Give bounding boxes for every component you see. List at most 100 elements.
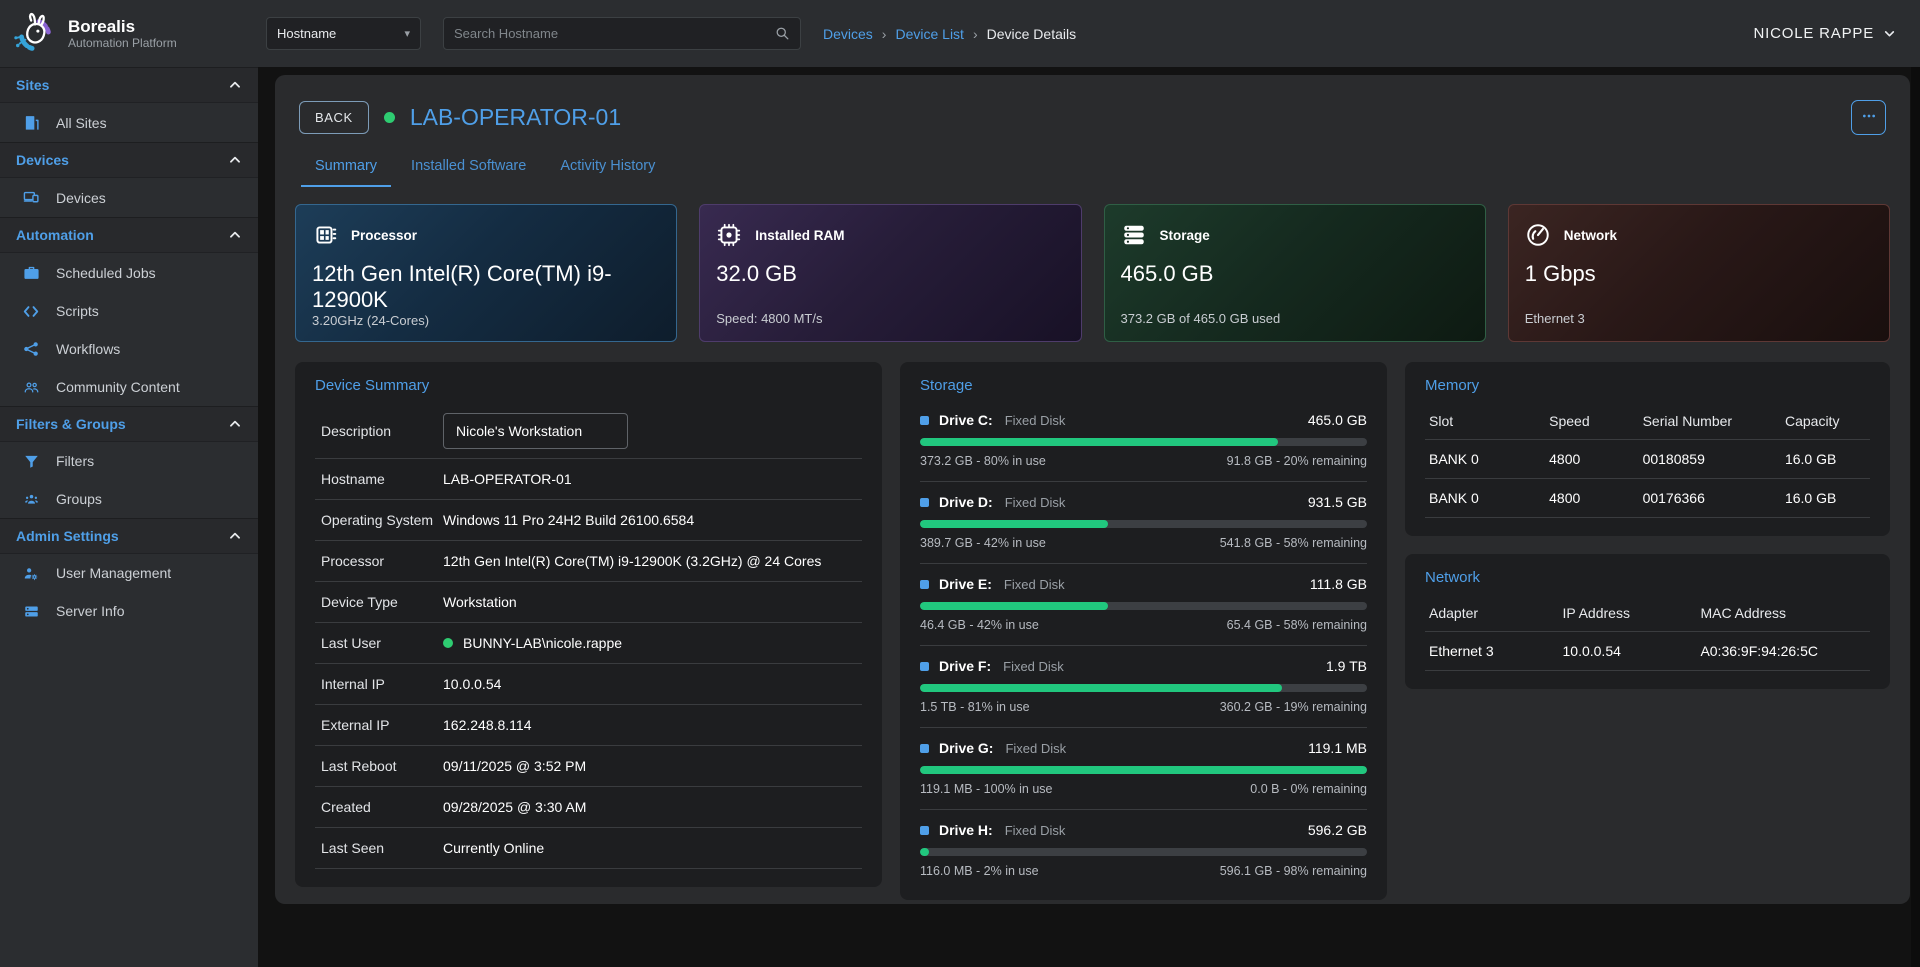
sidebar-item-label: User Management [56, 565, 171, 581]
user-gear-icon [21, 566, 41, 581]
sidebar-item-filters[interactable]: Filters [0, 442, 258, 480]
page-header: BACK LAB-OPERATOR-01 [295, 100, 1890, 135]
chevron-up-icon [228, 78, 242, 92]
description-input[interactable] [443, 413, 628, 449]
sidebar-item-workflows[interactable]: Workflows [0, 330, 258, 368]
drive-row-e: Drive E: Fixed Disk 111.8 GB 46.4 GB - 4… [920, 564, 1367, 646]
sidebar-item-devices[interactable]: Devices [0, 178, 258, 217]
drive-remaining: 541.8 GB - 58% remaining [1220, 536, 1367, 550]
drive-remaining: 0.0 B - 0% remaining [1250, 782, 1367, 796]
sidebar-item-label: Groups [56, 491, 102, 507]
column-header: Speed [1545, 405, 1638, 440]
sidebar-item-groups[interactable]: Groups [0, 480, 258, 518]
network-subtext: Ethernet 3 [1525, 311, 1873, 326]
server-icon [21, 604, 41, 619]
sidebar-item-community-content[interactable]: Community Content [0, 368, 258, 406]
summary-row-processor: Processor 12th Gen Intel(R) Core(TM) i9-… [315, 541, 862, 582]
cell-capacity: 16.0 GB [1781, 440, 1870, 479]
sidebar-section-filters-groups[interactable]: Filters & Groups [0, 406, 258, 442]
drive-type: Fixed Disk [1005, 823, 1066, 838]
panel-title: Memory [1425, 377, 1870, 394]
cell-adapter: Ethernet 3 [1425, 632, 1559, 671]
row-value: 12th Gen Intel(R) Core(TM) i9-12900K (3.… [443, 551, 821, 572]
drive-used: 389.7 GB - 42% in use [920, 536, 1046, 550]
cell-mac: A0:36:9F:94:26:5C [1696, 632, 1870, 671]
row-label: External IP [321, 716, 443, 735]
summary-row-last-user: Last User BUNNY-LAB\nicole.rappe [315, 623, 862, 664]
storage-subtext: 373.2 GB of 465.0 GB used [1121, 311, 1469, 326]
back-button[interactable]: BACK [299, 101, 369, 134]
user-menu[interactable]: NICOLE RAPPE [1754, 25, 1896, 42]
chevron-down-icon [1883, 27, 1896, 40]
breadcrumb: Devices › Device List › Device Details [823, 26, 1076, 42]
row-label: Processor [321, 552, 443, 571]
more-actions-button[interactable] [1851, 100, 1886, 135]
drive-used: 46.4 GB - 42% in use [920, 618, 1039, 632]
sidebar-item-user-management[interactable]: User Management [0, 554, 258, 592]
breadcrumb-device-list[interactable]: Device List [895, 26, 963, 42]
drive-remaining: 65.4 GB - 58% remaining [1227, 618, 1367, 632]
section-label: Filters & Groups [16, 416, 126, 432]
sidebar-item-scripts[interactable]: Scripts [0, 292, 258, 330]
groups-icon [21, 492, 41, 506]
processor-card: Processor 12th Gen Intel(R) Core(TM) i9-… [295, 204, 677, 342]
drive-row-h: Drive H: Fixed Disk 596.2 GB 116.0 MB - … [920, 810, 1367, 882]
topbar: Hostname ▾ Devices › Device List › Devic… [258, 0, 1920, 67]
search-field-select[interactable]: Hostname ▾ [266, 17, 421, 50]
sidebar-section-automation[interactable]: Automation [0, 217, 258, 253]
drive-remaining: 596.1 GB - 98% remaining [1220, 864, 1367, 878]
last-user-value: BUNNY-LAB\nicole.rappe [463, 633, 622, 654]
search-input[interactable] [454, 26, 767, 41]
row-label: Internal IP [321, 675, 443, 694]
search-icon[interactable] [775, 26, 790, 41]
sidebar-section-sites[interactable]: Sites [0, 67, 258, 103]
network-card: Network 1 Gbps Ethernet 3 [1508, 204, 1890, 342]
ram-subtext: Speed: 4800 MT/s [716, 311, 1064, 326]
breadcrumb-separator: › [882, 26, 887, 42]
card-label: Processor [351, 228, 417, 243]
panel-title: Device Summary [315, 377, 862, 394]
drive-usage-fill [920, 438, 1278, 446]
scrollbar-gutter[interactable] [1911, 67, 1920, 967]
summary-row-description: Description [315, 404, 862, 459]
column-header: Slot [1425, 405, 1545, 440]
drive-used: 116.0 MB - 2% in use [920, 864, 1039, 878]
table-row: Ethernet 3 10.0.0.54 A0:36:9F:94:26:5C [1425, 632, 1870, 671]
row-value: 09/28/2025 @ 3:30 AM [443, 797, 586, 818]
brand[interactable]: Borealis Automation Platform [0, 0, 258, 67]
tab-summary[interactable]: Summary [301, 149, 391, 187]
summary-row-internal-ip: Internal IP 10.0.0.54 [315, 664, 862, 705]
column-header: Adapter [1425, 597, 1559, 632]
tab-installed-software[interactable]: Installed Software [397, 149, 540, 187]
brand-subtitle: Automation Platform [68, 36, 177, 50]
drive-usage-bar [920, 766, 1367, 774]
tab-activity-history[interactable]: Activity History [546, 149, 669, 187]
sidebar-item-scheduled-jobs[interactable]: Scheduled Jobs [0, 253, 258, 292]
drive-usage-bar [920, 684, 1367, 692]
column-header: MAC Address [1696, 597, 1870, 632]
drive-usage-bar [920, 438, 1367, 446]
sidebar-section-admin-settings[interactable]: Admin Settings [0, 518, 258, 554]
row-label: Operating System [321, 511, 443, 530]
detail-panels: Device Summary Description Hostname LAB-… [295, 362, 1890, 900]
section-label: Devices [16, 152, 69, 168]
breadcrumb-separator: › [973, 26, 978, 42]
drive-usage-fill [920, 520, 1108, 528]
column-header: IP Address [1559, 597, 1697, 632]
drive-remaining: 91.8 GB - 20% remaining [1227, 454, 1367, 468]
panel-title: Network [1425, 569, 1870, 586]
drive-usage-fill [920, 602, 1108, 610]
ram-value: 32.0 GB [716, 261, 1064, 287]
tab-bar: Summary Installed Software Activity Hist… [295, 149, 1890, 187]
sidebar-section-devices[interactable]: Devices [0, 142, 258, 178]
drive-remaining: 360.2 GB - 19% remaining [1220, 700, 1367, 714]
sidebar-item-server-info[interactable]: Server Info [0, 592, 258, 630]
drive-used: 373.2 GB - 80% in use [920, 454, 1046, 468]
cpu-icon [312, 222, 338, 248]
breadcrumb-devices[interactable]: Devices [823, 26, 873, 42]
card-label: Network [1564, 228, 1617, 243]
drive-name: Drive D: [939, 494, 993, 510]
sidebar-item-all-sites[interactable]: All Sites [0, 103, 258, 142]
summary-row-hostname: Hostname LAB-OPERATOR-01 [315, 459, 862, 500]
drive-row-f: Drive F: Fixed Disk 1.9 TB 1.5 TB - 81% … [920, 646, 1367, 728]
